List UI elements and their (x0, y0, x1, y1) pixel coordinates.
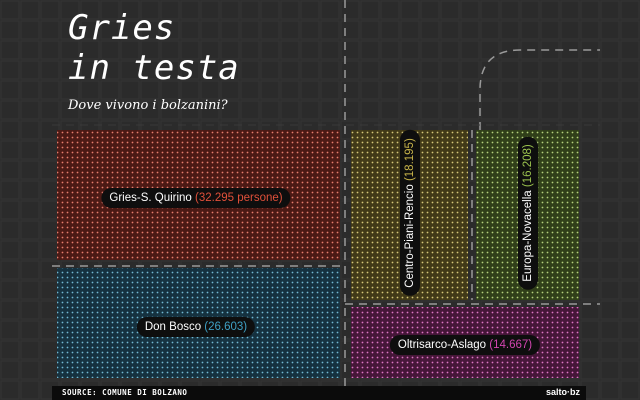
district-value: (18.195) (404, 138, 416, 182)
district-name: Centro-Piani-Rencio (404, 181, 416, 288)
title-line-2: in testa (68, 48, 240, 88)
district-label-europa: Europa-Novacella (16.208) (518, 136, 538, 290)
chart-title: Gries in testa (68, 8, 240, 88)
footer-bar: SOURCE: COMUNE DI BOLZANO salto·bz (52, 386, 586, 400)
district-label-donbosco: Don Bosco (26.603) (136, 317, 256, 337)
district-label-gries: Gries-S. Quirino (32.295 persone) (101, 188, 291, 208)
publisher-logo: salto·bz (545, 387, 580, 397)
title-line-1: Gries (68, 8, 176, 48)
district-label-centro: Centro-Piani-Rencio (18.195) (400, 130, 420, 296)
chart-subtitle: Dove vivono i bolzanini? (68, 98, 228, 113)
district-value: (32.295 persone) (195, 192, 283, 204)
district-label-oltrisarco: Oltrisarco-Aslago (14.667) (389, 335, 541, 355)
district-name: Oltrisarco-Aslago (397, 339, 490, 351)
district-name: Gries-S. Quirino (109, 192, 196, 204)
source-note: SOURCE: COMUNE DI BOLZANO (62, 388, 188, 397)
district-value: (14.667) (489, 339, 533, 351)
district-value: (16.208) (522, 144, 534, 188)
district-value: (26.603) (204, 321, 248, 333)
district-name: Don Bosco (144, 321, 205, 333)
district-name: Europa-Novacella (522, 187, 534, 282)
